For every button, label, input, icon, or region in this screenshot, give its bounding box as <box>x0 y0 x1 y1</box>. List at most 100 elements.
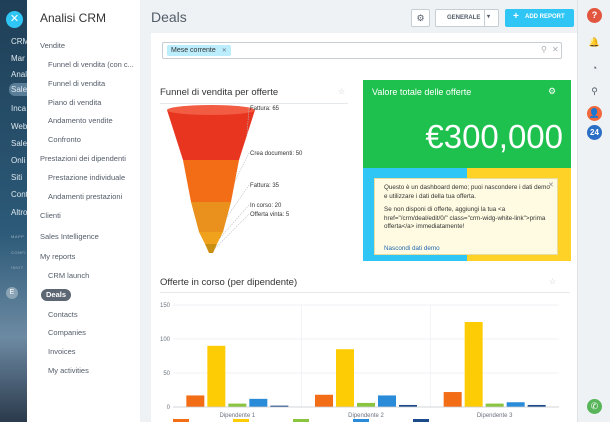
chevron-down-icon[interactable]: ▾ <box>487 13 490 20</box>
y-tick-label: 0 <box>167 405 171 411</box>
menu-item-deals[interactable]: Deals <box>41 289 71 301</box>
strip-nav-item[interactable]: Siti <box>11 173 22 182</box>
menu-section[interactable]: My reports <box>40 252 75 261</box>
strip-nav-item[interactable]: Onli <box>11 156 25 165</box>
demo-text: Questo è un dashboard demo; puoi nascond… <box>384 184 550 200</box>
bar[interactable] <box>186 395 205 407</box>
main-area: Deals ⚙ GENERALE ▾ + ADD REPORT Mese cor… <box>140 0 577 422</box>
menu-item[interactable]: Andamenti prestazioni <box>48 192 137 201</box>
bar[interactable] <box>249 398 268 407</box>
strip-nav-item[interactable]: Web <box>11 122 27 131</box>
menu-item[interactable]: Contacts <box>48 310 137 319</box>
search-icon[interactable]: ⚲ <box>587 84 602 99</box>
menu-section[interactable]: Vendite <box>40 41 65 50</box>
avatar[interactable]: E <box>6 287 18 299</box>
close-icon[interactable]: ✕ <box>548 182 554 191</box>
add-report-button[interactable]: + ADD REPORT <box>505 9 574 27</box>
menu-item[interactable]: Funnel di vendita (con c... <box>48 60 137 69</box>
pulse-icon[interactable]: ◔ <box>587 61 602 76</box>
phone-icon[interactable]: ✆ <box>587 399 602 414</box>
bar[interactable] <box>315 394 333 407</box>
help-icon[interactable]: ? <box>587 8 602 23</box>
strip-nav-item[interactable]: CONFI <box>11 250 26 255</box>
menu-item[interactable]: Confronto <box>48 135 137 144</box>
right-rail: ? 🔔 ◔ ⚲ 👤 24 ✆ <box>577 0 610 422</box>
funnel-stage <box>167 110 255 160</box>
search-icon[interactable]: ⚲ <box>541 45 547 54</box>
funnel-stage <box>183 160 239 202</box>
bell-icon[interactable]: 🔔 <box>587 35 602 50</box>
menu-item[interactable]: Piano di vendita <box>48 98 137 107</box>
hide-demo-data-link[interactable]: Nascondi dati demo <box>384 245 440 254</box>
funnel-chart: Fattura: 65 Crea documenti: 50 Fattura: 35… <box>167 105 303 253</box>
filter-chip-label: Mese corrente <box>171 47 216 54</box>
bar[interactable] <box>357 402 375 407</box>
strip-nav-item[interactable]: Anal <box>11 70 27 79</box>
bar[interactable] <box>506 402 525 407</box>
x-category-label: Dipendente 2 <box>348 413 384 419</box>
demo-text: Se non disponi di offerte, aggiungi la t… <box>384 206 546 231</box>
strip-nav-item[interactable]: Inca <box>11 104 26 113</box>
bar[interactable] <box>228 403 247 407</box>
funnel-top <box>167 105 255 115</box>
demo-data-popup: Questo è un dashboard demo; puoi nascond… <box>374 178 558 255</box>
remove-filter-icon[interactable]: ✕ <box>222 48 227 54</box>
preset-dropdown-button[interactable]: GENERALE ▾ <box>435 9 499 27</box>
funnel-stage-label: Crea documenti: 50 <box>250 151 303 157</box>
notification-count-badge[interactable]: 24 <box>587 125 602 140</box>
total-value: €300,000 <box>425 118 563 155</box>
bar[interactable] <box>378 395 396 407</box>
divider <box>160 103 348 104</box>
funnel-stage-label: Fattura: 65 <box>250 106 280 112</box>
menu-item[interactable]: Prestazione individuale <box>48 173 137 182</box>
strip-nav-item[interactable]: CRM <box>11 37 27 46</box>
menu-item[interactable]: Andamento vendite <box>48 116 137 125</box>
filter-chip[interactable]: Mese corrente ✕ <box>167 45 231 56</box>
bar[interactable] <box>485 403 504 407</box>
menu-item[interactable]: Invoices <box>48 347 137 356</box>
menu-item[interactable]: My activities <box>48 366 137 375</box>
settings-button[interactable]: ⚙ <box>411 9 430 27</box>
close-icon: ✕ <box>9 13 20 25</box>
strip-nav-item[interactable]: Mar <box>11 54 25 63</box>
menu-section[interactable]: Sales Intelligence <box>40 232 99 241</box>
x-category-label: Dipendente 3 <box>477 413 513 419</box>
strip-nav-item[interactable]: MAPP <box>11 234 24 239</box>
menu-item[interactable]: Funnel di vendita <box>48 79 137 88</box>
funnel-widget-title: Funnel di vendita per offerte <box>160 87 279 98</box>
menu-item[interactable]: CRM launch <box>48 271 137 280</box>
funnel-stage-label: Offerta vinta: 5 <box>250 212 290 218</box>
strip-nav-item[interactable]: Sale <box>11 139 27 148</box>
bar[interactable] <box>207 345 226 407</box>
strip-nav-item[interactable]: Sale <box>11 85 27 94</box>
y-tick-label: 50 <box>163 371 170 377</box>
filter-bar[interactable]: Mese corrente ✕ ⚲ ✕ <box>162 42 562 59</box>
bar[interactable] <box>464 322 483 407</box>
plus-icon: + <box>513 11 519 22</box>
close-slider-button[interactable]: ✕ <box>6 11 23 28</box>
funnel-stage-label: Fattura: 35 <box>250 183 280 189</box>
dashboard-content: Mese corrente ✕ ⚲ ✕ Funnel di vendita per… <box>151 33 577 422</box>
strip-nav-item[interactable]: Altro <box>11 208 27 217</box>
bar[interactable] <box>443 392 462 407</box>
y-tick-label: 150 <box>160 303 171 309</box>
widget-settings-icon[interactable]: ☆ <box>338 87 345 96</box>
funnel-stage <box>199 232 223 244</box>
strip-nav-item[interactable]: INVIT <box>11 265 24 270</box>
widget-settings-icon[interactable]: ☆ <box>549 277 556 286</box>
page-title: Deals <box>151 9 187 25</box>
menu-item[interactable]: Companies <box>48 328 137 337</box>
add-report-label: ADD REPORT <box>525 14 565 20</box>
y-tick-label: 100 <box>160 337 171 343</box>
gear-icon: ⚙ <box>416 13 425 23</box>
bar-chart: 0 50 100 150 Dipendente 1 Dipendente 2 Dipende… <box>160 303 559 422</box>
strip-nav-item[interactable]: Cont <box>11 190 27 199</box>
preset-label: GENERALE <box>447 15 481 21</box>
gear-icon[interactable]: ⚙ <box>548 86 556 97</box>
menu-section[interactable]: Clienti <box>40 211 61 220</box>
clear-filter-icon[interactable]: ✕ <box>552 45 559 54</box>
bar[interactable] <box>336 349 354 407</box>
total-widget-title: Valore totale delle offerte <box>372 87 472 97</box>
user-icon[interactable]: 👤 <box>587 106 602 121</box>
menu-section[interactable]: Prestazioni dei dipendenti <box>40 154 126 163</box>
